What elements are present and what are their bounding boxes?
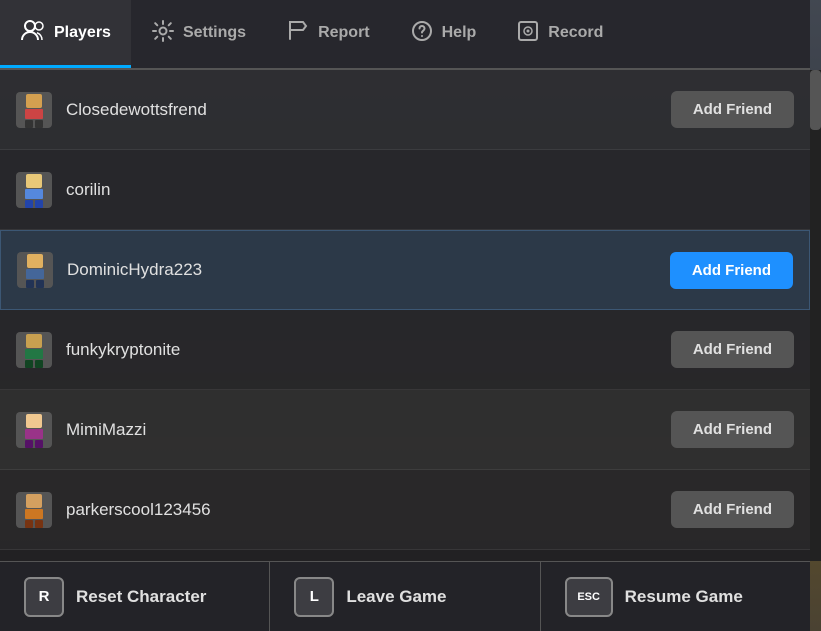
avatar [16, 412, 52, 448]
tab-record-label: Record [548, 24, 603, 42]
main-panel: Players Settings Report [0, 0, 810, 631]
leave-game-button[interactable]: L Leave Game [270, 562, 540, 631]
tab-report[interactable]: Report [266, 0, 390, 68]
nav-tabs: Players Settings Report [0, 0, 810, 70]
tab-record[interactable]: Record [496, 0, 623, 68]
action-bar: R Reset Character L Leave Game ESC Resum… [0, 561, 810, 631]
tab-help[interactable]: Help [390, 0, 497, 68]
add-friend-button[interactable]: Add Friend [670, 252, 793, 289]
add-friend-button[interactable]: Add Friend [671, 331, 794, 368]
players-icon [20, 18, 46, 48]
add-friend-button[interactable]: Add Friend [671, 491, 794, 528]
tab-help-label: Help [442, 24, 477, 42]
reset-key-badge: R [24, 577, 64, 617]
player-row: parkerscool123456 Add Friend [0, 470, 810, 550]
add-friend-button[interactable]: Add Friend [671, 411, 794, 448]
tab-settings-label: Settings [183, 24, 246, 42]
resume-game-label: Resume Game [625, 587, 743, 607]
resume-key-badge: ESC [565, 577, 613, 617]
reset-character-label: Reset Character [76, 587, 206, 607]
record-icon [516, 19, 540, 47]
avatar [17, 252, 53, 288]
tab-settings[interactable]: Settings [131, 0, 266, 68]
tab-players[interactable]: Players [0, 0, 131, 68]
player-name: funkykryptonite [66, 340, 671, 360]
scrollbar-track[interactable] [810, 70, 821, 561]
player-row: DominicHydra223 Add Friend [0, 230, 810, 310]
settings-icon [151, 19, 175, 47]
player-name: DominicHydra223 [67, 260, 670, 280]
avatar [16, 172, 52, 208]
report-icon [286, 19, 310, 47]
reset-character-button[interactable]: R Reset Character [0, 562, 270, 631]
avatar [16, 92, 52, 128]
leave-game-label: Leave Game [346, 587, 446, 607]
help-icon [410, 19, 434, 47]
add-friend-button[interactable]: Add Friend [671, 91, 794, 128]
player-row: funkykryptonite Add Friend [0, 310, 810, 390]
player-row: MimiMazzi Add Friend [0, 390, 810, 470]
player-name: MimiMazzi [66, 420, 671, 440]
player-list: Closedewottsfrend Add Friend corilin [0, 70, 810, 561]
player-row: corilin [0, 150, 810, 230]
player-row: Closedewottsfrend Add Friend [0, 70, 810, 150]
player-name: Closedewottsfrend [66, 100, 671, 120]
tab-players-label: Players [54, 24, 111, 42]
leave-key-badge: L [294, 577, 334, 617]
player-name: corilin [66, 180, 794, 200]
avatar [16, 492, 52, 528]
scrollbar-thumb[interactable] [810, 70, 821, 130]
resume-game-button[interactable]: ESC Resume Game [541, 562, 810, 631]
player-name: parkerscool123456 [66, 500, 671, 520]
tab-report-label: Report [318, 24, 370, 42]
avatar [16, 332, 52, 368]
